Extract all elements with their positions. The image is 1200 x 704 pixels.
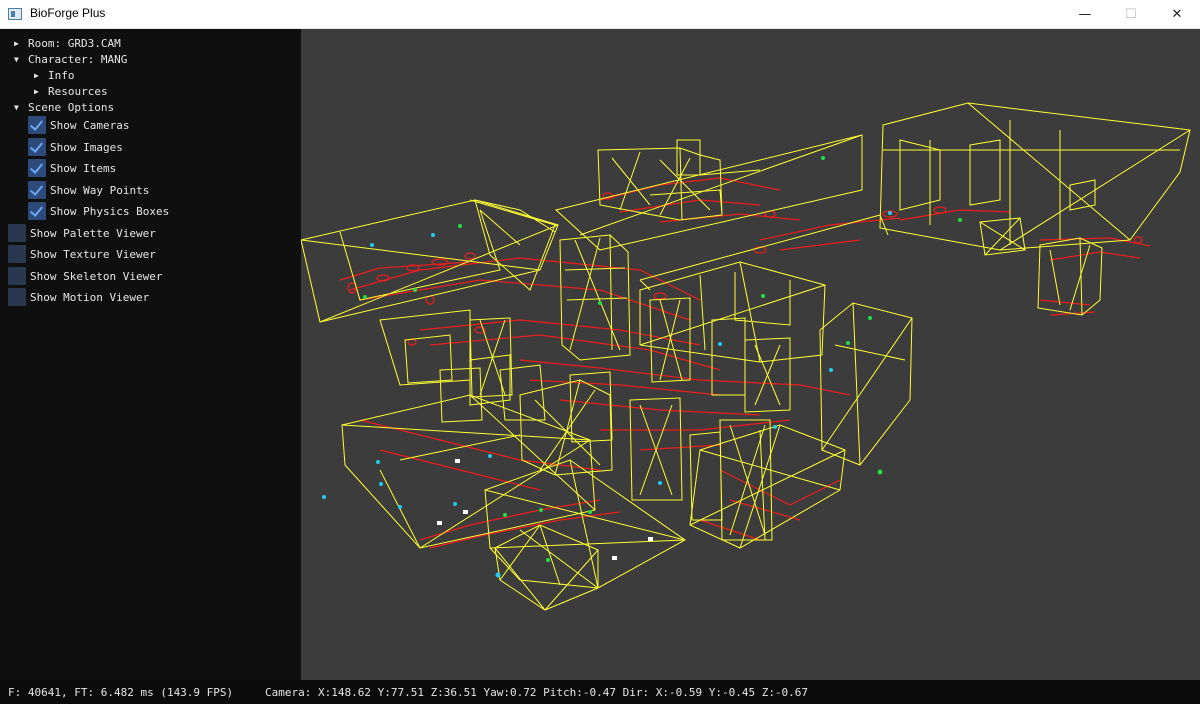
close-button[interactable]: ✕ <box>1154 0 1200 29</box>
info-label: Info <box>48 69 75 82</box>
show-physics-boxes-checkbox[interactable] <box>28 202 46 220</box>
character-label: Character: MANG <box>28 53 128 66</box>
show-palette-viewer-label: Show Palette Viewer <box>30 227 156 240</box>
resources-label: Resources <box>48 85 108 98</box>
scene-options-label: Scene Options <box>28 101 115 114</box>
status-bar: F: 40641, FT: 6.482 ms (143.9 FPS) Camer… <box>0 680 1200 704</box>
sidebar-panel: ▶ Room: GRD3.CAM ▼ Character: MANG ▶ Info ▶… <box>0 29 301 680</box>
show-images-checkbox[interactable] <box>28 138 46 156</box>
show-motion-viewer-label: Show Motion Viewer <box>30 291 150 304</box>
chevron-right-icon: ▶ <box>14 39 19 48</box>
show-texture-viewer-checkbox[interactable] <box>8 245 26 263</box>
show-motion-viewer-checkbox[interactable] <box>8 288 26 306</box>
show-skeleton-viewer-checkbox[interactable] <box>8 267 26 285</box>
show-images-label: Show Images <box>50 141 123 154</box>
tree-node-character[interactable]: ▼ Character: MANG <box>14 53 127 66</box>
title-bar: BioForge Plus — ☐ ✕ <box>0 0 1200 29</box>
chevron-right-icon: ▶ <box>34 87 39 96</box>
camera-readout: Camera: X:148.62 Y:77.51 Z:36.51 Yaw:0.7… <box>265 686 809 699</box>
chevron-down-icon: ▼ <box>14 55 19 64</box>
show-texture-viewer-label: Show Texture Viewer <box>30 248 156 261</box>
maximize-button[interactable]: ☐ <box>1108 0 1154 29</box>
show-items-checkbox[interactable] <box>28 159 46 177</box>
tree-node-scene-options[interactable]: ▼ Scene Options <box>14 101 114 114</box>
tree-node-info[interactable]: ▶ Info <box>34 69 75 82</box>
chevron-down-icon: ▼ <box>14 103 19 112</box>
show-cameras-label: Show Cameras <box>50 119 130 132</box>
frame-stats: F: 40641, FT: 6.482 ms (143.9 FPS) <box>8 686 234 699</box>
show-skeleton-viewer-label: Show Skeleton Viewer <box>30 270 163 283</box>
room-label: Room: GRD3.CAM <box>28 37 121 50</box>
tree-node-resources[interactable]: ▶ Resources <box>34 85 108 98</box>
show-cameras-checkbox[interactable] <box>28 116 46 134</box>
app-icon <box>8 8 22 20</box>
show-items-label: Show Items <box>50 162 117 175</box>
scene-render <box>301 102 1191 611</box>
minimize-button[interactable]: — <box>1062 0 1108 29</box>
show-physics-boxes-label: Show Physics Boxes <box>50 205 170 218</box>
tree-node-room[interactable]: ▶ Room: GRD3.CAM <box>14 37 121 50</box>
show-palette-viewer-checkbox[interactable] <box>8 224 26 242</box>
scene-viewport[interactable] <box>301 29 1200 680</box>
physics-boxes <box>301 102 1191 611</box>
window-title: BioForge Plus <box>30 6 106 20</box>
show-way-points-label: Show Way Points <box>50 184 150 197</box>
show-way-points-checkbox[interactable] <box>28 181 46 199</box>
chevron-right-icon: ▶ <box>34 71 39 80</box>
